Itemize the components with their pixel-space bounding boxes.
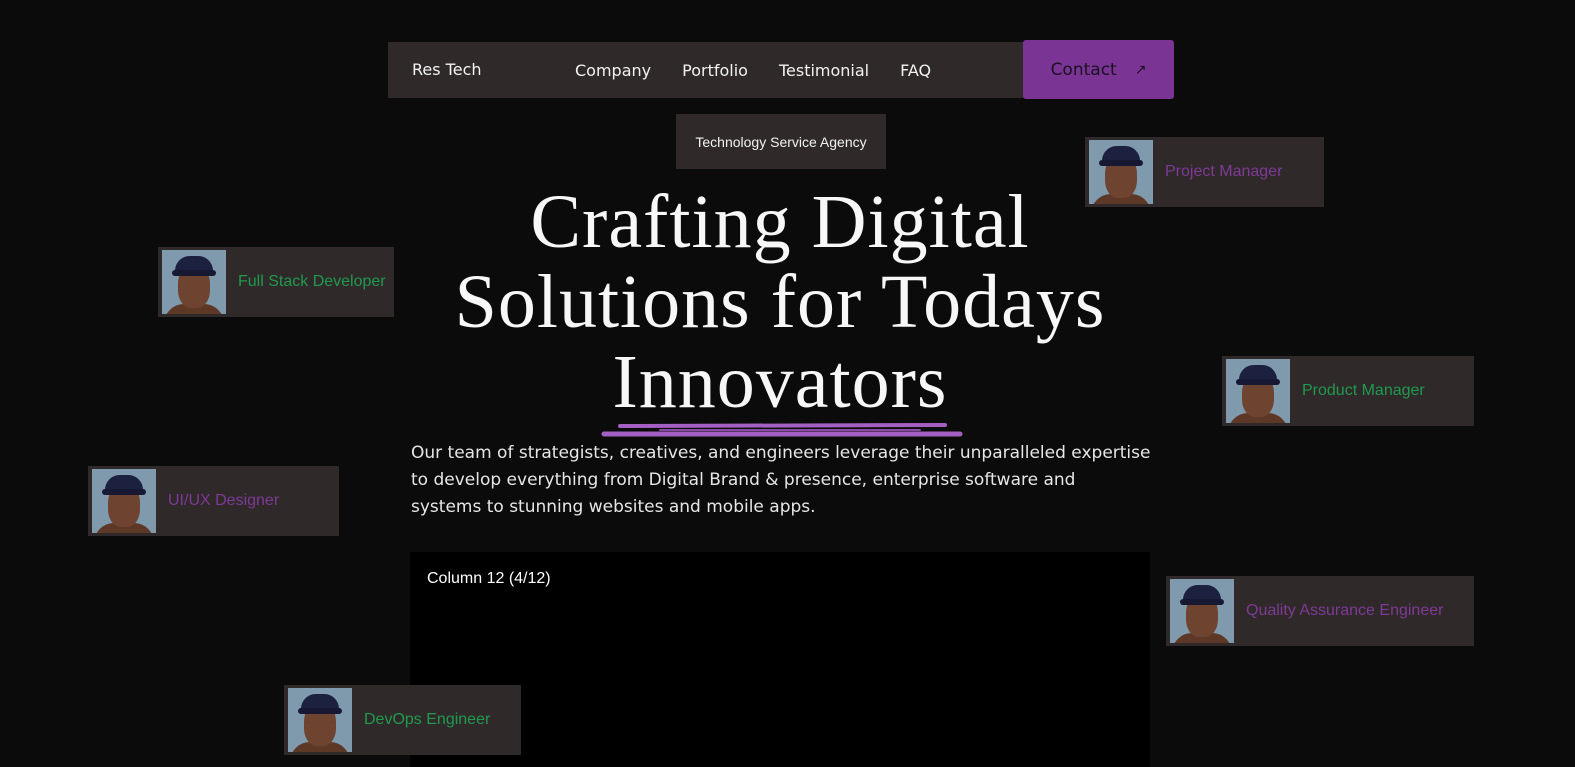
role-card-product-manager: Product Manager xyxy=(1222,356,1474,426)
role-label: Quality Assurance Engineer xyxy=(1246,602,1444,619)
nav-link-company[interactable]: Company xyxy=(575,61,651,80)
page: Res Tech Company Portfolio Testimonial F… xyxy=(0,0,1575,767)
hero-title-line-1: Crafting Digital xyxy=(530,180,1030,264)
nav-links: Company Portfolio Testimonial FAQ xyxy=(575,42,931,98)
avatar xyxy=(1089,140,1153,204)
role-card-quality-assurance-engineer: Quality Assurance Engineer xyxy=(1166,576,1474,646)
role-label: Full Stack Developer xyxy=(238,273,386,290)
nav-link-faq[interactable]: FAQ xyxy=(900,61,931,80)
contact-button[interactable]: Contact ↗ xyxy=(1023,40,1174,99)
brand-logo-text[interactable]: Res Tech xyxy=(412,42,482,98)
arrow-up-right-icon: ↗ xyxy=(1134,61,1147,78)
avatar xyxy=(288,688,352,752)
title-underline-decoration xyxy=(601,423,963,437)
contact-button-label: Contact xyxy=(1050,59,1117,80)
hero-description: Our team of strategists, creatives, and … xyxy=(411,443,1151,517)
hero-title-line-3: Innovators xyxy=(612,340,948,424)
role-card-devops-engineer: DevOps Engineer xyxy=(284,685,521,755)
column-label: Column 12 (4/12) xyxy=(427,570,551,587)
nav-link-portfolio[interactable]: Portfolio xyxy=(682,61,748,80)
avatar xyxy=(92,469,156,533)
avatar xyxy=(1226,359,1290,423)
role-card-project-manager: Project Manager xyxy=(1085,137,1324,207)
role-card-ui-ux-designer: UI/UX Designer xyxy=(88,466,339,536)
role-label: DevOps Engineer xyxy=(364,711,491,728)
role-card-full-stack-developer: Full Stack Developer xyxy=(158,247,394,317)
avatar xyxy=(162,250,226,314)
role-label: Product Manager xyxy=(1302,382,1425,399)
hero-title-line-2: Solutions for Todays xyxy=(454,260,1106,344)
hero-title: Crafting Digital Solutions for Todays In… xyxy=(400,182,1160,422)
role-label: UI/UX Designer xyxy=(168,492,280,509)
agency-badge: Technology Service Agency xyxy=(676,114,886,169)
avatar xyxy=(1170,579,1234,643)
role-label: Project Manager xyxy=(1165,163,1283,180)
nav-link-testimonial[interactable]: Testimonial xyxy=(779,61,869,80)
column-panel: Column 12 (4/12) xyxy=(410,552,1150,767)
